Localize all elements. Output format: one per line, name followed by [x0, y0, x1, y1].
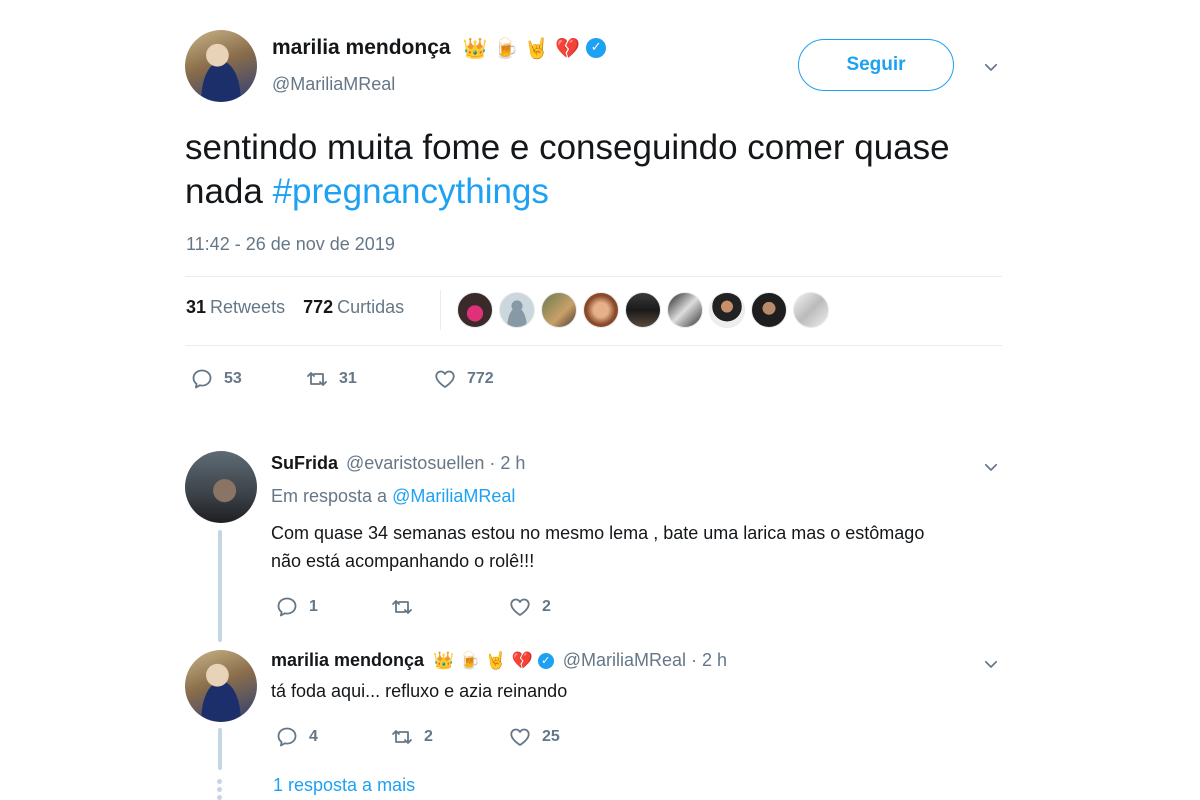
chevron-down-icon[interactable]	[979, 652, 1003, 676]
chevron-down-icon[interactable]	[979, 55, 1003, 79]
like-action[interactable]: 25	[508, 725, 560, 749]
tweet-timestamp[interactable]: 11:42 - 26 de nov de 2019	[186, 234, 395, 255]
liker-avatar[interactable]	[583, 292, 619, 328]
reply-handle-time[interactable]: @evaristosuellen · 2 h	[346, 453, 525, 474]
liker-avatar[interactable]	[709, 292, 745, 328]
reply-icon	[277, 727, 297, 747]
broken-heart-emoji-icon: 💔	[511, 650, 533, 671]
reply-text: Com quase 34 semanas estou no mesmo lema…	[271, 519, 1031, 575]
liker-avatar[interactable]	[541, 292, 577, 328]
retweet-icon	[307, 372, 327, 386]
like-action[interactable]: 2	[508, 595, 551, 619]
liker-avatar[interactable]	[457, 292, 493, 328]
thread-line	[218, 530, 222, 642]
retweet-action[interactable]: 2	[390, 725, 508, 749]
likes-label: Curtidas	[337, 297, 405, 317]
reply-icon	[277, 597, 297, 617]
likes-stat[interactable]: 772 Curtidas	[303, 297, 404, 318]
author-handle[interactable]: @MariliaMReal	[272, 74, 395, 95]
reply-text-line: não está acompanhando o rolê!!!	[271, 551, 535, 571]
stats-separator	[440, 290, 441, 330]
show-more-replies-link[interactable]: 1 resposta a mais	[273, 775, 415, 796]
reply-actions: 1 2	[275, 595, 551, 619]
retweets-label: Retweets	[210, 297, 286, 317]
tweet-actions: 53 31 772	[190, 367, 494, 391]
reply-author-avatar[interactable]	[185, 650, 257, 722]
reply-icon	[192, 369, 212, 389]
follow-button[interactable]: Seguir	[798, 39, 954, 91]
reply-author-name[interactable]: SuFrida	[271, 453, 338, 474]
reply-author-name[interactable]: marilia mendonça	[271, 650, 424, 671]
hashtag-link[interactable]: #pregnancythings	[273, 172, 549, 211]
chevron-down-icon[interactable]	[979, 455, 1003, 479]
tweet-text: sentindo muita fome e conseguindo comer …	[185, 126, 1005, 214]
verified-badge-icon: ✓	[537, 652, 554, 669]
reply-action[interactable]: 4	[275, 725, 390, 749]
liker-avatar[interactable]	[625, 292, 661, 328]
retweet-action[interactable]: 31	[305, 367, 433, 391]
retweet-icon	[392, 600, 412, 614]
heart-icon	[435, 370, 455, 388]
thread-dots	[217, 779, 223, 800]
reply-text: tá foda aqui... refluxo e azia reinando	[271, 681, 568, 701]
rock-hand-emoji-icon: 🤘	[524, 36, 550, 60]
reply-handle-time[interactable]: @MariliaMReal · 2 h	[563, 650, 727, 671]
reply-header: SuFrida @evaristosuellen · 2 h	[271, 453, 525, 474]
retweet-icon	[392, 730, 412, 744]
retweets-count: 31	[186, 297, 207, 317]
divider	[185, 276, 1002, 277]
retweet-count: 31	[339, 370, 357, 387]
divider	[185, 345, 1002, 346]
broken-heart-emoji-icon: 💔	[555, 36, 581, 60]
reply-action[interactable]: 53	[190, 367, 305, 391]
heart-icon	[510, 728, 530, 746]
author-avatar[interactable]	[185, 30, 257, 102]
beer-emoji-icon: 🍺	[493, 36, 519, 60]
like-count: 772	[467, 370, 494, 387]
liker-avatar[interactable]	[793, 292, 829, 328]
thread-line	[218, 728, 222, 770]
likes-count: 772	[303, 297, 334, 317]
reply-actions: 4 2 25	[275, 725, 560, 749]
tweet-stats: 31 Retweets 772 Curtidas	[186, 297, 404, 318]
liker-avatar[interactable]	[751, 292, 787, 328]
reply-count: 1	[309, 598, 318, 615]
verified-badge-icon: ✓	[586, 38, 607, 58]
reply-header: marilia mendonça 👑 🍺 🤘 💔 ✓ @MariliaMReal…	[271, 650, 727, 671]
reply-text-line: Com quase 34 semanas estou no mesmo lema…	[271, 523, 925, 543]
retweet-action[interactable]	[390, 595, 508, 619]
heart-icon	[510, 598, 530, 616]
in-reply-to: Em resposta a @MariliaMReal	[271, 486, 515, 507]
author-name-row: marilia mendonça 👑 🍺 🤘 💔 ✓	[272, 36, 607, 60]
liker-avatar[interactable]	[499, 292, 535, 328]
in-reply-handle-link[interactable]: @MariliaMReal	[392, 486, 515, 506]
author-display-name[interactable]: marilia mendonça	[272, 36, 451, 60]
reply-author-avatar[interactable]	[185, 451, 257, 523]
liker-avatars	[457, 292, 829, 328]
reply-count: 53	[224, 370, 242, 387]
crown-emoji-icon: 👑	[433, 650, 455, 671]
in-reply-prefix: Em resposta a	[271, 486, 393, 506]
like-count: 25	[542, 728, 560, 745]
reply-count: 4	[309, 728, 318, 745]
retweets-stat[interactable]: 31 Retweets	[186, 297, 285, 318]
like-action[interactable]: 772	[433, 367, 494, 391]
beer-emoji-icon: 🍺	[459, 650, 481, 671]
retweet-count: 2	[424, 728, 433, 745]
crown-emoji-icon: 👑	[462, 36, 488, 60]
like-count: 2	[542, 598, 551, 615]
reply-action[interactable]: 1	[275, 595, 390, 619]
liker-avatar[interactable]	[667, 292, 703, 328]
rock-hand-emoji-icon: 🤘	[485, 650, 507, 671]
